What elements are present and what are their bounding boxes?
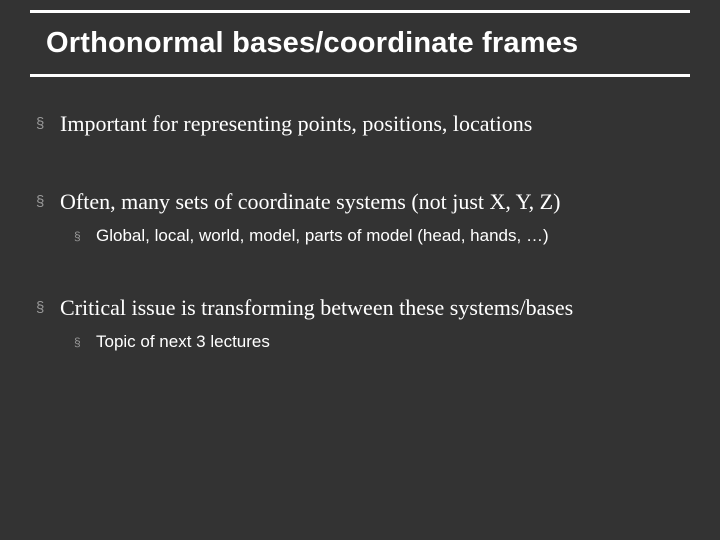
bullet-level1: § Important for representing points, pos… (36, 111, 690, 137)
bullet-text: Critical issue is transforming between t… (60, 295, 573, 321)
spacer (36, 253, 690, 295)
slide-content: § Important for representing points, pos… (30, 111, 690, 353)
bullet-marker-icon: § (36, 295, 60, 321)
bullet-level2: § Topic of next 3 lectures (74, 331, 690, 353)
bullet-text: Topic of next 3 lectures (96, 331, 270, 353)
bullet-marker-icon: § (74, 331, 96, 353)
title-block: Orthonormal bases/coordinate frames (30, 10, 690, 77)
bullet-level1: § Often, many sets of coordinate systems… (36, 189, 690, 215)
bullet-text: Global, local, world, model, parts of mo… (96, 225, 549, 247)
bullet-level2: § Global, local, world, model, parts of … (74, 225, 690, 247)
bullet-text: Often, many sets of coordinate systems (… (60, 189, 560, 215)
spacer (36, 147, 690, 189)
bullet-text: Important for representing points, posit… (60, 111, 532, 137)
slide: Orthonormal bases/coordinate frames § Im… (0, 0, 720, 540)
bullet-marker-icon: § (36, 189, 60, 215)
bullet-marker-icon: § (36, 111, 60, 137)
slide-title: Orthonormal bases/coordinate frames (46, 27, 690, 60)
bullet-level1: § Critical issue is transforming between… (36, 295, 690, 321)
bullet-marker-icon: § (74, 225, 96, 247)
